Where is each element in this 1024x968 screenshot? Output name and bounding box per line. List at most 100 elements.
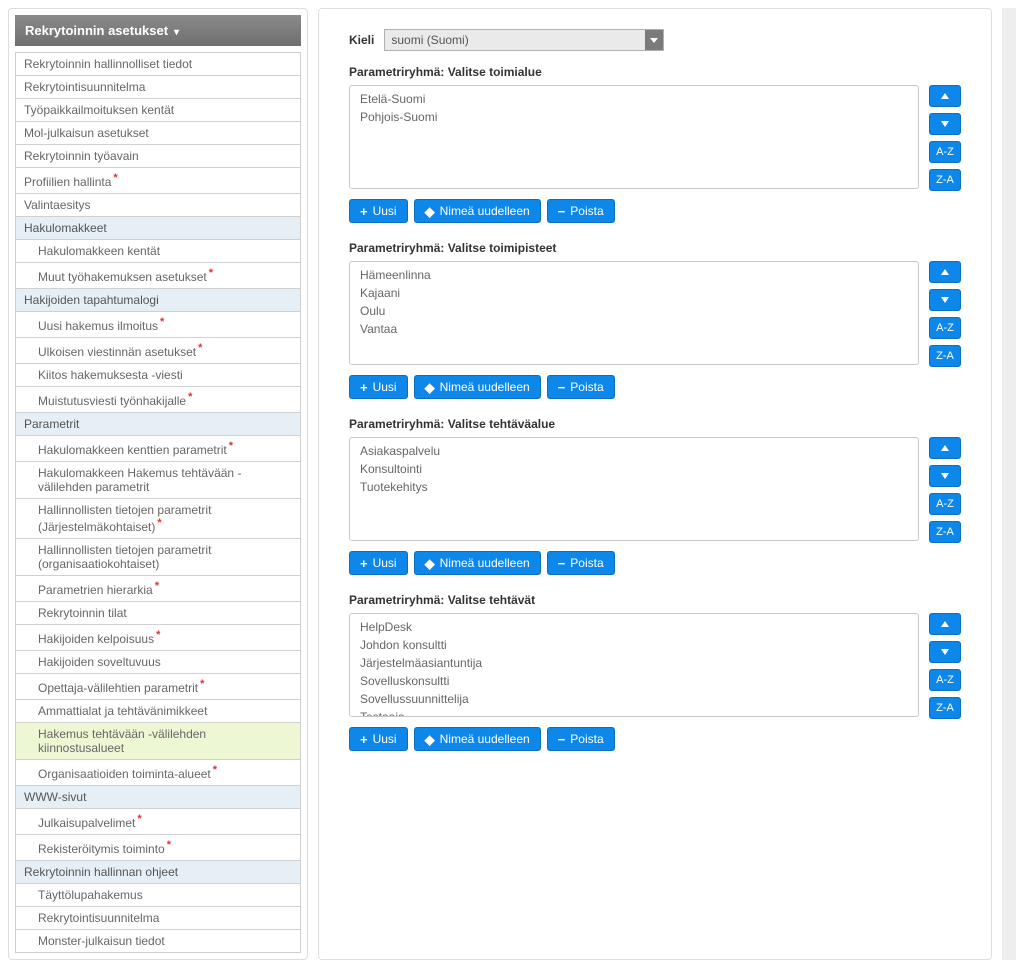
minus-icon: −	[558, 205, 566, 218]
list-item[interactable]: Sovellussuunnittelija	[350, 690, 918, 708]
sort-az-button[interactable]: A-Z	[929, 669, 961, 691]
delete-button[interactable]: −Poista	[547, 199, 615, 223]
sidebar-item[interactable]: Valintaesitys	[16, 194, 300, 217]
sidebar-item[interactable]: Rekrytoinnin tilat	[16, 602, 300, 625]
sort-za-button[interactable]: Z-A	[929, 169, 961, 191]
sidebar-item[interactable]: Muut työhakemuksen asetukset*	[16, 263, 300, 289]
sort-az-button[interactable]: A-Z	[929, 141, 961, 163]
delete-button[interactable]: −Poista	[547, 551, 615, 575]
rename-button[interactable]: ◆Nimeä uudelleen	[414, 727, 541, 751]
sort-az-button[interactable]: A-Z	[929, 493, 961, 515]
rename-button[interactable]: ◆Nimeä uudelleen	[414, 199, 541, 223]
sidebar-item[interactable]: Täyttölupahakemus	[16, 884, 300, 907]
param-listbox[interactable]: HämeenlinnaKajaaniOuluVantaa	[349, 261, 919, 365]
sort-buttons: A-Z Z-A	[929, 261, 961, 367]
required-asterisk: *	[160, 316, 164, 328]
page-scrollbar[interactable]	[1002, 8, 1016, 960]
sort-za-button[interactable]: Z-A	[929, 697, 961, 719]
sidebar-item[interactable]: Organisaatioiden toiminta-alueet*	[16, 760, 300, 786]
new-button[interactable]: +Uusi	[349, 727, 408, 751]
list-item[interactable]: Järjestelmäasiantuntija	[350, 654, 918, 672]
sidebar-item[interactable]: Hakemus tehtävään -välilehden kiinnostus…	[16, 723, 300, 760]
list-item[interactable]: Pohjois-Suomi	[350, 108, 918, 126]
sidebar-item[interactable]: Kiitos hakemuksesta -viesti	[16, 364, 300, 387]
sidebar-item[interactable]: Ulkoisen viestinnän asetukset*	[16, 338, 300, 364]
move-down-button[interactable]	[929, 289, 961, 311]
list-item[interactable]: Vantaa	[350, 320, 918, 338]
list-item[interactable]: Testaaja	[350, 708, 918, 717]
new-button[interactable]: +Uusi	[349, 375, 408, 399]
sidebar-item[interactable]: Hakulomakkeen kenttien parametrit*	[16, 436, 300, 462]
required-asterisk: *	[167, 839, 171, 851]
minus-icon: −	[558, 381, 566, 394]
list-item[interactable]: Oulu	[350, 302, 918, 320]
rename-button[interactable]: ◆Nimeä uudelleen	[414, 375, 541, 399]
sidebar: Rekrytoinnin asetukset Rekrytoinnin hall…	[8, 8, 308, 960]
new-button[interactable]: +Uusi	[349, 199, 408, 223]
sidebar-item[interactable]: WWW-sivut	[16, 786, 300, 809]
sidebar-item[interactable]: Rekrytointisuunnitelma	[16, 76, 300, 99]
list-item[interactable]: HelpDesk	[350, 618, 918, 636]
param-listbox[interactable]: Etelä-SuomiPohjois-Suomi	[349, 85, 919, 189]
move-up-button[interactable]	[929, 437, 961, 459]
param-listbox[interactable]: HelpDeskJohdon konsulttiJärjestelmäasian…	[349, 613, 919, 717]
list-item[interactable]: Sovelluskonsultti	[350, 672, 918, 690]
sort-az-button[interactable]: A-Z	[929, 317, 961, 339]
list-item[interactable]: Tuotekehitys	[350, 478, 918, 496]
list-item[interactable]: Kajaani	[350, 284, 918, 302]
sidebar-nav: Rekrytoinnin hallinnolliset tiedotRekryt…	[15, 52, 301, 953]
sidebar-item[interactable]: Hallinnollisten tietojen parametrit (org…	[16, 539, 300, 576]
sidebar-item[interactable]: Hakijoiden soveltuvuus	[16, 651, 300, 674]
sidebar-item[interactable]: Rekrytoinnin työavain	[16, 145, 300, 168]
sidebar-item[interactable]: Rekrytointisuunnitelma	[16, 907, 300, 930]
list-item[interactable]: Etelä-Suomi	[350, 90, 918, 108]
new-button[interactable]: +Uusi	[349, 551, 408, 575]
sidebar-header[interactable]: Rekrytoinnin asetukset	[15, 15, 301, 46]
param-listbox[interactable]: AsiakaspalveluKonsultointiTuotekehitys	[349, 437, 919, 541]
sidebar-item[interactable]: Profiilien hallinta*	[16, 168, 300, 194]
list-item[interactable]: Asiakaspalvelu	[350, 442, 918, 460]
move-down-button[interactable]	[929, 465, 961, 487]
param-group-title: Parametriryhmä: Valitse toimialue	[349, 65, 961, 79]
sidebar-item[interactable]: Uusi hakemus ilmoitus*	[16, 312, 300, 338]
sidebar-item[interactable]: Rekisteröitymis toiminto*	[16, 835, 300, 861]
param-group-title: Parametriryhmä: Valitse tehtäväalue	[349, 417, 961, 431]
language-label: Kieli	[349, 33, 374, 47]
move-down-button[interactable]	[929, 113, 961, 135]
sidebar-item[interactable]: Rekrytoinnin hallinnolliset tiedot	[16, 53, 300, 76]
move-up-button[interactable]	[929, 261, 961, 283]
sidebar-item[interactable]: Parametrien hierarkia*	[16, 576, 300, 602]
rename-button[interactable]: ◆Nimeä uudelleen	[414, 551, 541, 575]
sidebar-item[interactable]: Työpaikkailmoituksen kentät	[16, 99, 300, 122]
move-down-button[interactable]	[929, 641, 961, 663]
list-item[interactable]: Konsultointi	[350, 460, 918, 478]
sidebar-item[interactable]: Rekrytoinnin hallinnan ohjeet	[16, 861, 300, 884]
sidebar-item[interactable]: Hakulomakkeen Hakemus tehtävään -välileh…	[16, 462, 300, 499]
param-group: Parametriryhmä: Valitse tehtävätHelpDesk…	[349, 593, 961, 751]
sidebar-item[interactable]: Hakulomakkeet	[16, 217, 300, 240]
list-item[interactable]: Hämeenlinna	[350, 266, 918, 284]
sidebar-item[interactable]: Muistutusviesti työnhakijalle*	[16, 387, 300, 413]
sidebar-item[interactable]: Hakijoiden kelpoisuus*	[16, 625, 300, 651]
delete-button[interactable]: −Poista	[547, 375, 615, 399]
action-row: +Uusi◆Nimeä uudelleen−Poista	[349, 727, 961, 751]
sort-za-button[interactable]: Z-A	[929, 521, 961, 543]
sidebar-item[interactable]: Ammattialat ja tehtävänimikkeet	[16, 700, 300, 723]
sidebar-item[interactable]: Opettaja-välilehtien parametrit*	[16, 674, 300, 700]
delete-button[interactable]: −Poista	[547, 727, 615, 751]
minus-icon: −	[558, 557, 566, 570]
sidebar-item[interactable]: Monster-julkaisun tiedot	[16, 930, 300, 952]
sidebar-item[interactable]: Julkaisupalvelimet*	[16, 809, 300, 835]
sidebar-item[interactable]: Hallinnollisten tietojen parametrit (Jär…	[16, 499, 300, 539]
sort-za-button[interactable]: Z-A	[929, 345, 961, 367]
sidebar-item[interactable]: Mol-julkaisun asetukset	[16, 122, 300, 145]
sidebar-item[interactable]: Parametrit	[16, 413, 300, 436]
move-up-button[interactable]	[929, 85, 961, 107]
required-asterisk: *	[188, 391, 192, 403]
list-item[interactable]: Johdon konsultti	[350, 636, 918, 654]
move-up-button[interactable]	[929, 613, 961, 635]
language-select[interactable]: suomi (Suomi)	[384, 29, 664, 51]
sidebar-item[interactable]: Hakulomakkeen kentät	[16, 240, 300, 263]
sidebar-item[interactable]: Hakijoiden tapahtumalogi	[16, 289, 300, 312]
required-asterisk: *	[209, 267, 213, 279]
